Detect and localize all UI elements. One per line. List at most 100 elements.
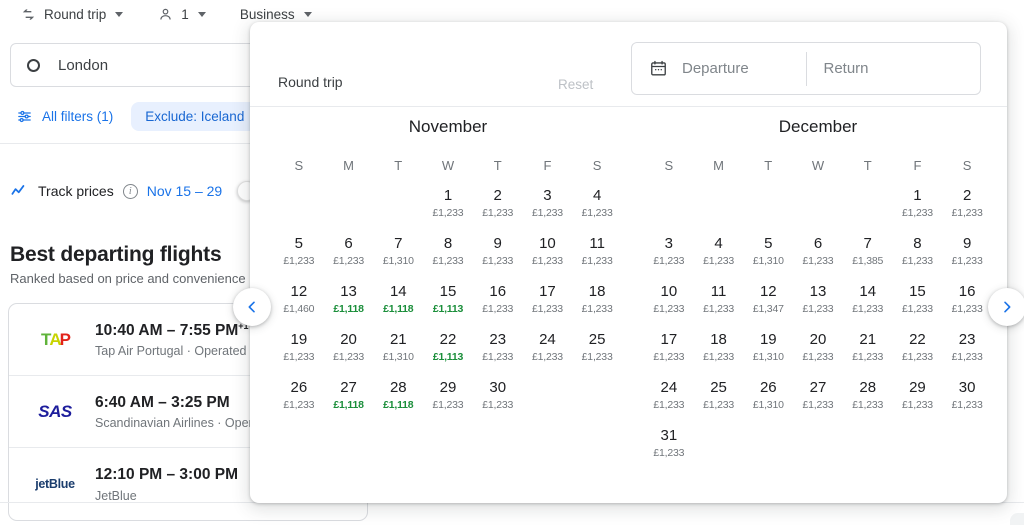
calendar-day-december-27[interactable]: 27 £1,233 (793, 375, 843, 423)
calendar-day-november-27[interactable]: 27 £1,118 (324, 375, 374, 423)
swap-icon (20, 6, 37, 23)
calendar-day-november-29[interactable]: 29 £1,233 (423, 375, 473, 423)
weekday-label-6: S (962, 158, 972, 173)
month-weeks: 1 £1,233 2 £1,233 3 £1,233 4 £1,233 5 £1,310 6 £1,2… (644, 183, 992, 471)
calendar-day-december-29[interactable]: 29 £1,233 (893, 375, 943, 423)
calendar-day-december-18[interactable]: 18 £1,233 (694, 327, 744, 375)
calendar-day-november-5[interactable]: 5 £1,233 (274, 231, 324, 279)
day-price: £1,233 (901, 255, 933, 267)
calendar-day-november-20[interactable]: 20 £1,233 (324, 327, 374, 375)
calendar-day-november-3[interactable]: 3 £1,233 (523, 183, 573, 231)
calendar-day-december-16[interactable]: 16 £1,233 (942, 279, 992, 327)
calendar-day-november-1[interactable]: 1 £1,233 (423, 183, 473, 231)
day-number: 24 (660, 379, 678, 396)
calendar-day-december-28[interactable]: 28 £1,233 (843, 375, 893, 423)
weekday-label-5: F (543, 158, 552, 173)
all-filters-button[interactable]: All filters (1) (10, 104, 119, 129)
calendar-day-november-12[interactable]: 12 £1,460 (274, 279, 324, 327)
track-prices-date-range[interactable]: Nov 15 – 29 (147, 183, 223, 199)
chevron-down-icon (115, 11, 124, 17)
day-number: 29 (909, 379, 926, 396)
calendar-day-december-26[interactable]: 26 £1,310 (743, 375, 793, 423)
calendar-day-december-4[interactable]: 4 £1,233 (694, 231, 744, 279)
calendar-day-december-6[interactable]: 6 £1,233 (793, 231, 843, 279)
departure-field[interactable]: Departure (632, 43, 806, 94)
calendar-week: 5 £1,233 6 £1,233 7 £1,310 8 £1,233 9 £1,233 10 £1,… (274, 231, 622, 279)
calendar-day-november-14[interactable]: 14 £1,118 (373, 279, 423, 327)
calendar-day-december-24[interactable]: 24 £1,233 (644, 375, 694, 423)
calendar-day-december-21[interactable]: 21 £1,233 (843, 327, 893, 375)
calendar-day-december-8[interactable]: 8 £1,233 (893, 231, 943, 279)
calendar-day-november-24[interactable]: 24 £1,233 (523, 327, 573, 375)
calendar-day-november-17[interactable]: 17 £1,233 (523, 279, 573, 327)
calendar-day-december-7[interactable]: 7 £1,385 (843, 231, 893, 279)
calendar-day-november-28[interactable]: 28 £1,118 (373, 375, 423, 423)
calendar-day-december-5[interactable]: 5 £1,310 (743, 231, 793, 279)
calendar-day-december-14[interactable]: 14 £1,233 (843, 279, 893, 327)
calendar-day-december-25[interactable]: 25 £1,233 (694, 375, 744, 423)
day-number: 25 (588, 331, 606, 348)
calendar-day-december-20[interactable]: 20 £1,233 (793, 327, 843, 375)
calendar-day-december-12[interactable]: 12 £1,347 (743, 279, 793, 327)
date-picker-dialog: Round trip Reset Departure Return Novemb… (250, 22, 1007, 503)
dialog-trip-type-selector[interactable]: Round trip (278, 74, 351, 90)
chevron-down-icon (197, 11, 206, 17)
calendar-day-december-23[interactable]: 23 £1,233 (942, 327, 992, 375)
page-title: Best departing flights (10, 243, 222, 266)
calendar-day-november-23[interactable]: 23 £1,233 (473, 327, 523, 375)
calendar-day-november-11[interactable]: 11 £1,233 (572, 231, 622, 279)
calendar-day-november-6[interactable]: 6 £1,233 (324, 231, 374, 279)
calendar-day-december-3[interactable]: 3 £1,233 (644, 231, 694, 279)
next-month-button[interactable] (988, 288, 1024, 326)
day-price: £1,233 (482, 399, 514, 411)
trip-type-selector[interactable]: Round trip (14, 3, 129, 26)
calendar-day-november-30[interactable]: 30 £1,233 (473, 375, 523, 423)
calendar-day-december-17[interactable]: 17 £1,233 (644, 327, 694, 375)
reset-button[interactable]: Reset (558, 77, 593, 92)
calendar-day-december-13[interactable]: 13 £1,233 (793, 279, 843, 327)
calendar-day-november-21[interactable]: 21 £1,310 (373, 327, 423, 375)
calendar-day-november-25[interactable]: 25 £1,233 (572, 327, 622, 375)
calendar-day-november-16[interactable]: 16 £1,233 (473, 279, 523, 327)
calendar-month-december: December S M T W T F S 1 £1,233 2 £1,233 3 £1,233 4 £… (644, 107, 992, 471)
calendar-day-december-22[interactable]: 22 £1,233 (893, 327, 943, 375)
flight-info: 12:10 PM – 3:00 PM JetBlue (95, 465, 238, 503)
calendar-day-december-1[interactable]: 1 £1,233 (893, 183, 943, 231)
dialog-trip-type-label: Round trip (278, 74, 343, 90)
calendar-day-november-8[interactable]: 8 £1,233 (423, 231, 473, 279)
day-price: £1,113 (432, 351, 464, 363)
day-number: 13 (809, 283, 827, 300)
calendar-day-december-9[interactable]: 9 £1,233 (942, 231, 992, 279)
calendar-day-november-15[interactable]: 15 £1,113 (423, 279, 473, 327)
calendar-day-november-2[interactable]: 2 £1,233 (473, 183, 523, 231)
weekday-label-2: T (764, 158, 773, 173)
info-icon[interactable]: i (122, 183, 138, 199)
calendar-day-november-26[interactable]: 26 £1,233 (274, 375, 324, 423)
filter-chip-exclude-iceland[interactable]: Exclude: Iceland (131, 101, 259, 131)
previous-month-button[interactable] (233, 288, 271, 326)
calendar-day-november-22[interactable]: 22 £1,113 (423, 327, 473, 375)
calendar-day-november-4[interactable]: 4 £1,233 (572, 183, 622, 231)
calendar-day-december-30[interactable]: 30 £1,233 (942, 375, 992, 423)
calendar-day-december-15[interactable]: 15 £1,233 (893, 279, 943, 327)
day-price: £1,233 (852, 351, 884, 363)
calendar-day-december-2[interactable]: 2 £1,233 (942, 183, 992, 231)
day-number: 7 (863, 235, 872, 252)
calendar-day-november-9[interactable]: 9 £1,233 (473, 231, 523, 279)
passengers-selector[interactable]: 1 (151, 3, 212, 26)
return-field[interactable]: Return (807, 60, 981, 78)
calendar-day-november-18[interactable]: 18 £1,233 (572, 279, 622, 327)
calendar-day-november-10[interactable]: 10 £1,233 (523, 231, 573, 279)
calendar-day-december-19[interactable]: 19 £1,310 (743, 327, 793, 375)
calendar-day-november-19[interactable]: 19 £1,233 (274, 327, 324, 375)
calendar-day-december-11[interactable]: 11 £1,233 (694, 279, 744, 327)
trending-line-icon (10, 182, 29, 201)
calendar-day-december-31[interactable]: 31 £1,233 (644, 423, 694, 471)
calendar-day-november-7[interactable]: 7 £1,310 (373, 231, 423, 279)
calendar-day-november-13[interactable]: 13 £1,118 (324, 279, 374, 327)
jetblue-logo: jetBlue (27, 477, 83, 491)
results-subtitle-text: Ranked based on price and convenience (10, 271, 246, 286)
calendar-day-december-10[interactable]: 10 £1,233 (644, 279, 694, 327)
day-number: 15 (909, 283, 926, 300)
date-picker-body: November S M T W T F S 1 £1,233 2 £1,233 3 £1,233 4 £… (250, 107, 1007, 502)
